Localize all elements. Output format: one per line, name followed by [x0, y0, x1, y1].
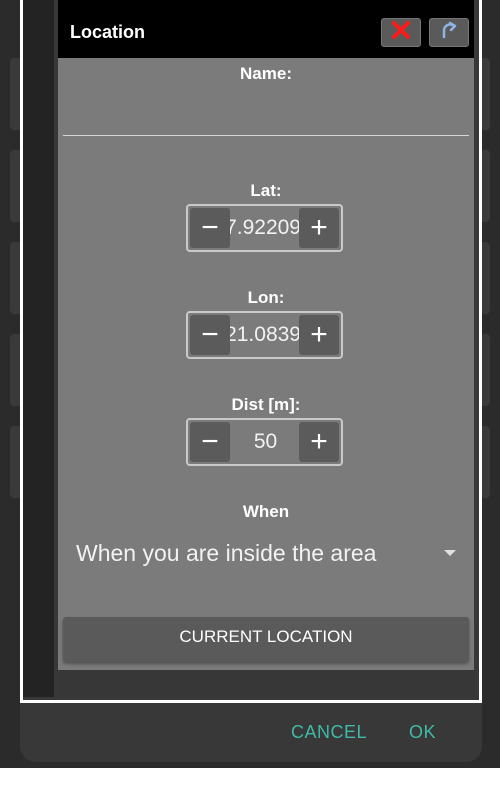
lon-stepper: − 21.0839 +: [186, 311, 343, 359]
when-label: When: [242, 502, 290, 521]
ok-button[interactable]: OK: [409, 722, 436, 743]
lat-label: Lat:: [250, 181, 282, 200]
lon-value-input[interactable]: 21.0839: [230, 313, 301, 357]
redo-button[interactable]: [429, 18, 469, 47]
when-select-value: When you are inside the area: [76, 540, 377, 566]
lat-decrement-button[interactable]: −: [190, 208, 230, 248]
lat-increment-button[interactable]: +: [299, 208, 339, 248]
lat-value-input[interactable]: 7.92209: [230, 206, 301, 250]
lat-stepper: − 7.92209 +: [186, 204, 343, 252]
dropdown-arrow-icon: [444, 550, 456, 556]
when-select[interactable]: When you are inside the area: [76, 532, 456, 576]
name-input-underline: [63, 135, 469, 136]
dialog-content: Name: Lat: − 7.92209 + Lon: − 21.0839 + …: [58, 58, 474, 670]
cancel-button[interactable]: CANCEL: [291, 722, 367, 743]
close-icon: [391, 20, 411, 45]
dist-stepper: − 50 +: [186, 418, 343, 466]
name-label: Name:: [240, 64, 292, 83]
name-input[interactable]: [63, 90, 469, 134]
lon-label: Lon:: [247, 288, 285, 307]
dialog-title: Location: [70, 22, 145, 42]
redo-icon: [439, 20, 459, 45]
close-button[interactable]: [381, 18, 421, 47]
current-location-button[interactable]: CURRENT LOCATION: [63, 617, 469, 662]
dist-increment-button[interactable]: +: [299, 422, 339, 462]
lon-decrement-button[interactable]: −: [190, 315, 230, 355]
dist-label: Dist [m]:: [231, 395, 301, 414]
dialog-left-strip: [23, 0, 54, 697]
dist-value-input[interactable]: 50: [230, 420, 301, 464]
dist-decrement-button[interactable]: −: [190, 422, 230, 462]
lon-increment-button[interactable]: +: [299, 315, 339, 355]
